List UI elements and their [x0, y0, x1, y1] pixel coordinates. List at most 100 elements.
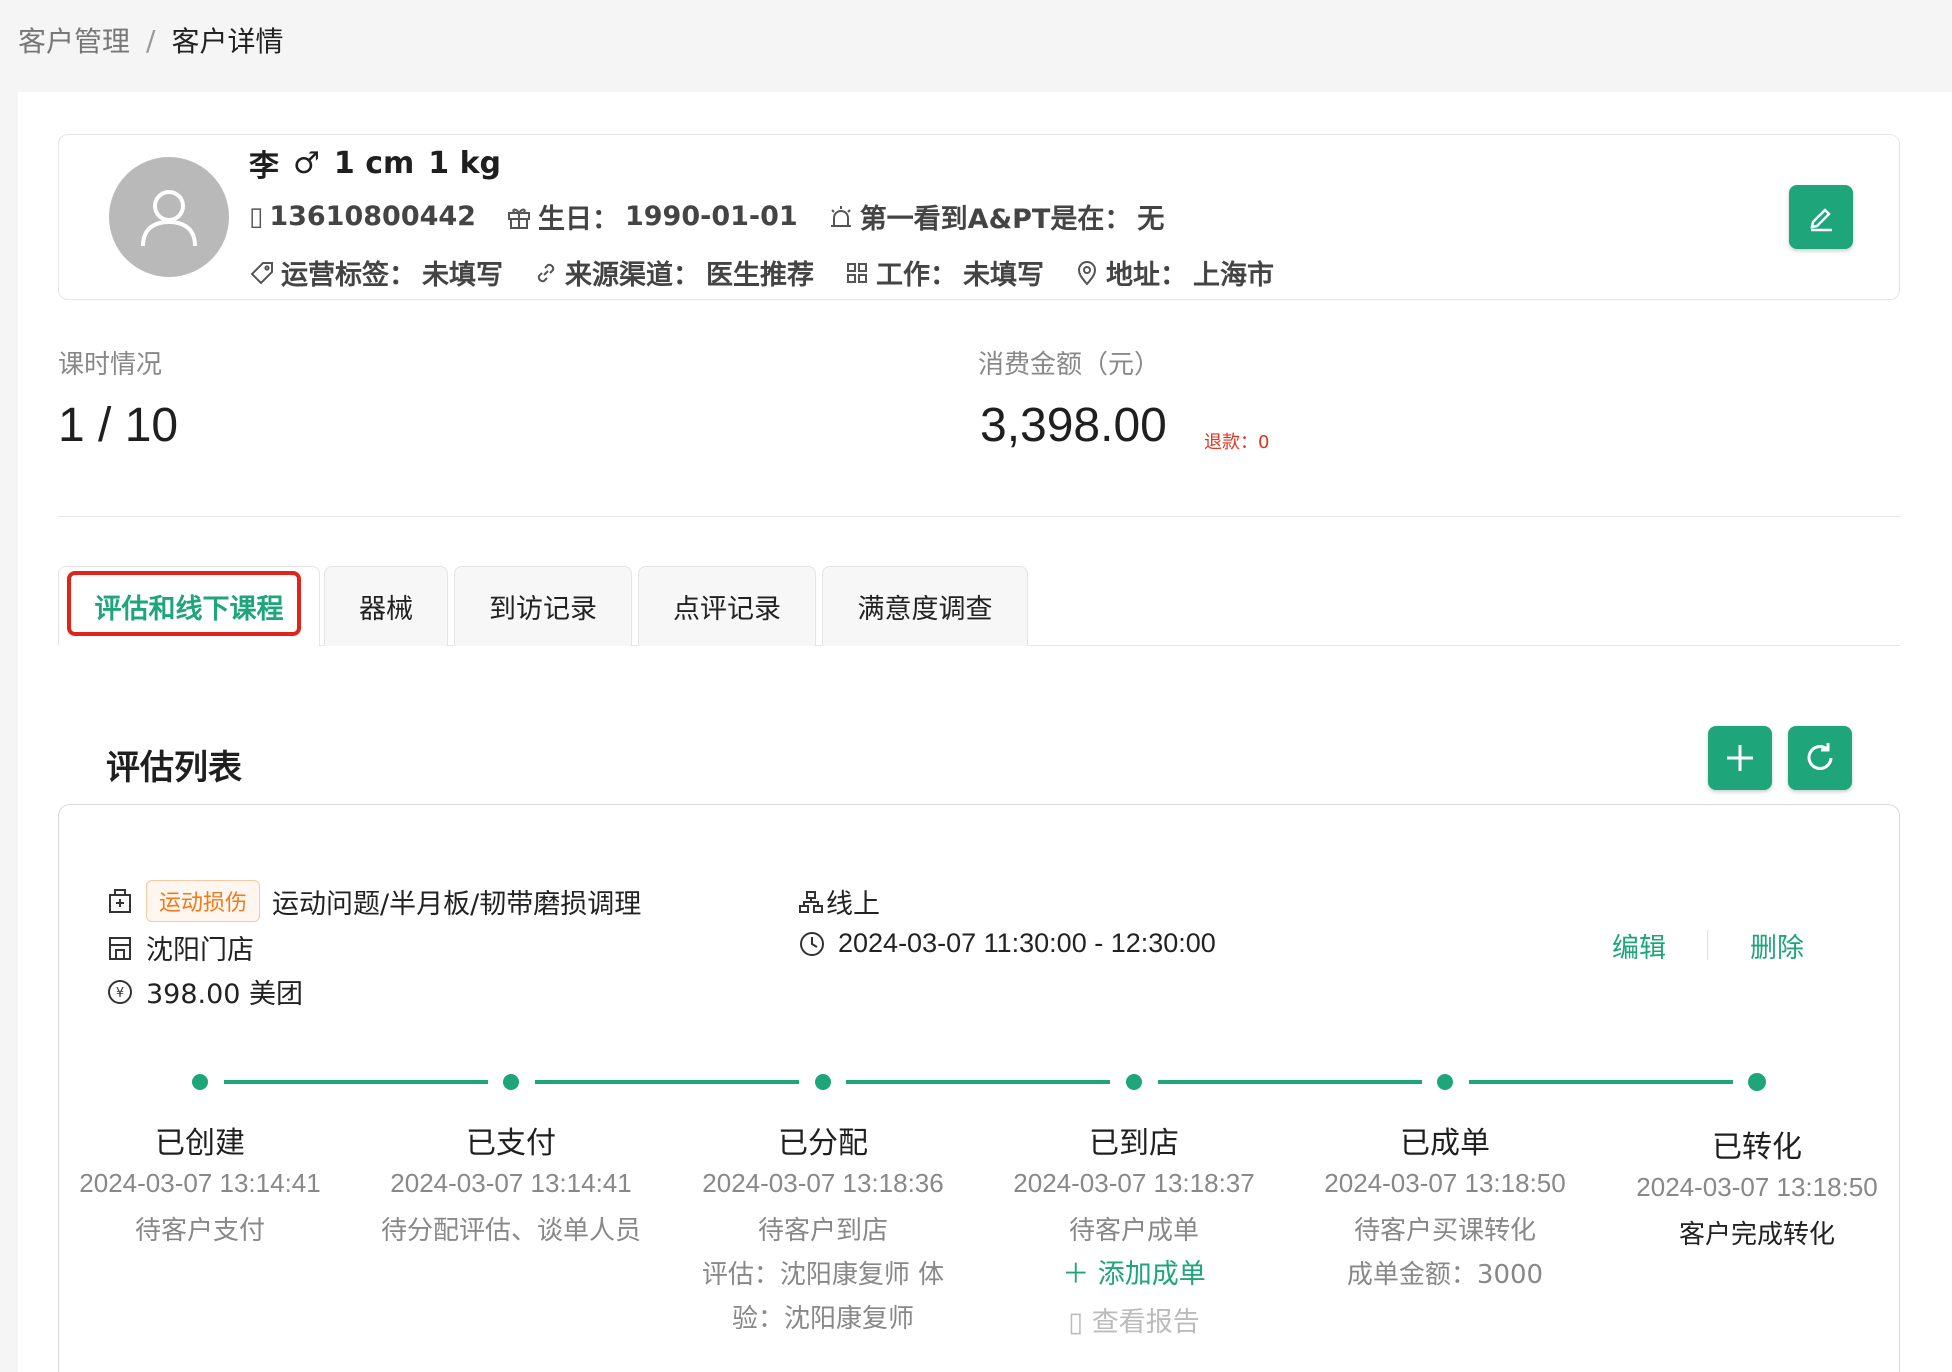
step-desc: 待客户支付	[134, 1216, 265, 1246]
customer-name: 李	[249, 149, 279, 184]
step-time: 2024-03-07 13:14:41	[79, 1168, 321, 1198]
birthday-item: 生日： 1990-01-01	[506, 197, 798, 236]
tab-assessment-courses[interactable]: 评估和线下课程	[58, 566, 320, 646]
step-time: 2024-03-07 13:18:50	[1324, 1168, 1566, 1198]
address-item: 地址： 上海市	[1074, 253, 1274, 292]
source-label: 来源渠道：	[565, 260, 700, 291]
gift-icon	[507, 208, 530, 229]
phone-item: ▯ 13610800442	[249, 201, 476, 232]
breadcrumb-parent[interactable]: 客户管理	[18, 20, 130, 60]
plus-icon: ＋	[1062, 1259, 1098, 1290]
active-tab-highlight	[67, 571, 301, 636]
price-value: 398.00 美团	[146, 979, 304, 1010]
timeline-step-created: 已创建 2024-03-07 13:14:41 待客户支付	[50, 1118, 350, 1253]
tab-satisfaction-survey[interactable]: 满意度调查	[822, 566, 1028, 646]
ops-tag-value: 未填写	[422, 260, 503, 291]
step-title: 已到店	[1089, 1126, 1179, 1161]
birthday-value: 1990-01-01	[624, 201, 798, 232]
pencil-icon	[1810, 208, 1832, 232]
tag-icon	[250, 261, 273, 284]
section-title: 评估列表	[106, 748, 242, 788]
program-name: 运动问题/半月板/韧带磨损调理	[272, 888, 642, 920]
tab-label: 满意度调查	[857, 594, 993, 625]
user-icon	[141, 190, 197, 247]
phone-value: 13610800442	[269, 201, 476, 232]
step-experience: 验：沈阳康复师	[731, 1304, 914, 1334]
refresh-icon	[1807, 743, 1833, 770]
clinic-icon	[109, 889, 131, 913]
delete-link[interactable]: 删除	[1750, 926, 1804, 965]
source-value: 医生推荐	[706, 260, 814, 291]
tab-label: 器械	[359, 594, 413, 625]
step-time: 2024-03-07 13:18:50	[1636, 1172, 1878, 1202]
network-icon	[799, 890, 823, 913]
action-separator	[1707, 930, 1708, 960]
refresh-button[interactable]	[1788, 726, 1852, 790]
spend-value: 3,398.00	[980, 399, 1167, 452]
step-desc: 待客户到店	[757, 1216, 888, 1246]
first-seen-value: 无	[1137, 204, 1165, 235]
address-label: 地址：	[1106, 260, 1187, 291]
step-time: 2024-03-07 13:14:41	[390, 1168, 632, 1198]
step-desc: 待分配评估、谈单人员	[380, 1216, 641, 1246]
step-title: 已成单	[1400, 1126, 1490, 1161]
yuan-icon: ¥	[108, 979, 132, 1004]
step-assessor: 评估：沈阳康复师 体	[701, 1260, 945, 1290]
tab-review-records[interactable]: 点评记录	[638, 566, 816, 646]
store-icon	[109, 936, 131, 960]
view-report-link[interactable]: ▯ 查看报告	[984, 1301, 1284, 1345]
program-row: 运动损伤 运动问题/半月板/韧带磨损调理	[106, 880, 641, 922]
weight-value: 1 kg	[428, 145, 502, 181]
alarm-icon	[830, 205, 851, 227]
step-title: 已支付	[466, 1126, 556, 1161]
edit-link[interactable]: 编辑	[1612, 926, 1666, 965]
profile-card: 李 ♂ 1 cm 1 kg ▯ 13610800442 生日： 1990-01-…	[58, 134, 1900, 300]
tab-visit-records[interactable]: 到访记录	[454, 566, 632, 646]
avatar	[109, 157, 229, 277]
breadcrumb-current: 客户详情	[171, 25, 284, 58]
gender-icon: ♂	[293, 145, 320, 181]
refund-text: 退款：0	[1204, 432, 1270, 453]
edit-profile-button[interactable]	[1789, 185, 1853, 249]
info-line-contact: ▯ 13610800442 生日： 1990-01-01 第一看到A&PT是在：…	[249, 197, 1164, 236]
first-seen-item: 第一看到A&PT是在： 无	[828, 197, 1165, 236]
view-report-label: 查看报告	[1091, 1307, 1200, 1338]
lessons-label: 课时情况	[58, 350, 163, 380]
tab-bar: 评估和线下课程 器械 到访记录 点评记录 满意度调查	[58, 566, 1900, 646]
height-value: 1 cm	[333, 145, 415, 181]
injury-tag: 运动损伤	[146, 880, 261, 922]
step-time: 2024-03-07 13:18:36	[702, 1168, 944, 1198]
add-deal-label: 添加成单	[1097, 1259, 1206, 1290]
timeline-step-arrived: 已到店 2024-03-07 13:18:37 待客户成单 ＋ 添加成单 ▯ 查…	[984, 1118, 1284, 1345]
step-title: 已分配	[778, 1126, 868, 1161]
divider	[58, 516, 1900, 517]
breadcrumb: 客户管理 / 客户详情	[18, 20, 283, 60]
name-line: 李 ♂ 1 cm 1 kg	[249, 141, 501, 185]
plus-icon	[1727, 745, 1753, 771]
first-seen-label: 第一看到A&PT是在：	[859, 204, 1132, 235]
deal-amount: 成单金额：3000	[1346, 1260, 1544, 1290]
add-deal-link[interactable]: ＋ 添加成单	[984, 1253, 1284, 1297]
price-row: ¥ 398.00 美团	[106, 972, 303, 1011]
tab-label: 点评记录	[673, 594, 781, 625]
time-row: 2024-03-07 11:30:00 - 12:30:00	[798, 928, 1216, 959]
address-value: 上海市	[1193, 260, 1274, 291]
timeline-step-paid: 已支付 2024-03-07 13:14:41 待分配评估、谈单人员	[361, 1118, 661, 1253]
ops-tag-item: 运营标签： 未填写	[249, 253, 503, 292]
spend-label: 消费金额（元）	[978, 350, 1161, 380]
store-row: 沈阳门店	[106, 928, 254, 967]
step-desc: 待客户买课转化	[1353, 1216, 1536, 1246]
job-label: 工作：	[876, 260, 957, 291]
grid-icon	[847, 262, 867, 283]
svg-text:¥: ¥	[116, 986, 124, 1001]
ops-tag-label: 运营标签：	[281, 260, 416, 291]
add-button[interactable]	[1708, 726, 1772, 790]
step-time: 2024-03-07 13:18:37	[1013, 1168, 1255, 1198]
tab-equipment[interactable]: 器械	[324, 566, 448, 646]
phone-icon: ▯	[249, 201, 264, 232]
info-line-details: 运营标签： 未填写 来源渠道： 医生推荐 工作： 未填写 地址： 上海市	[249, 253, 1274, 292]
timeline-step-converted: 已转化 2024-03-07 13:18:50 客户完成转化	[1607, 1122, 1907, 1257]
step-desc: 待客户成单	[1068, 1216, 1199, 1246]
timeline-step-deal: 已成单 2024-03-07 13:18:50 待客户买课转化 成单金额：300…	[1295, 1118, 1595, 1297]
birthday-label: 生日：	[537, 204, 619, 235]
